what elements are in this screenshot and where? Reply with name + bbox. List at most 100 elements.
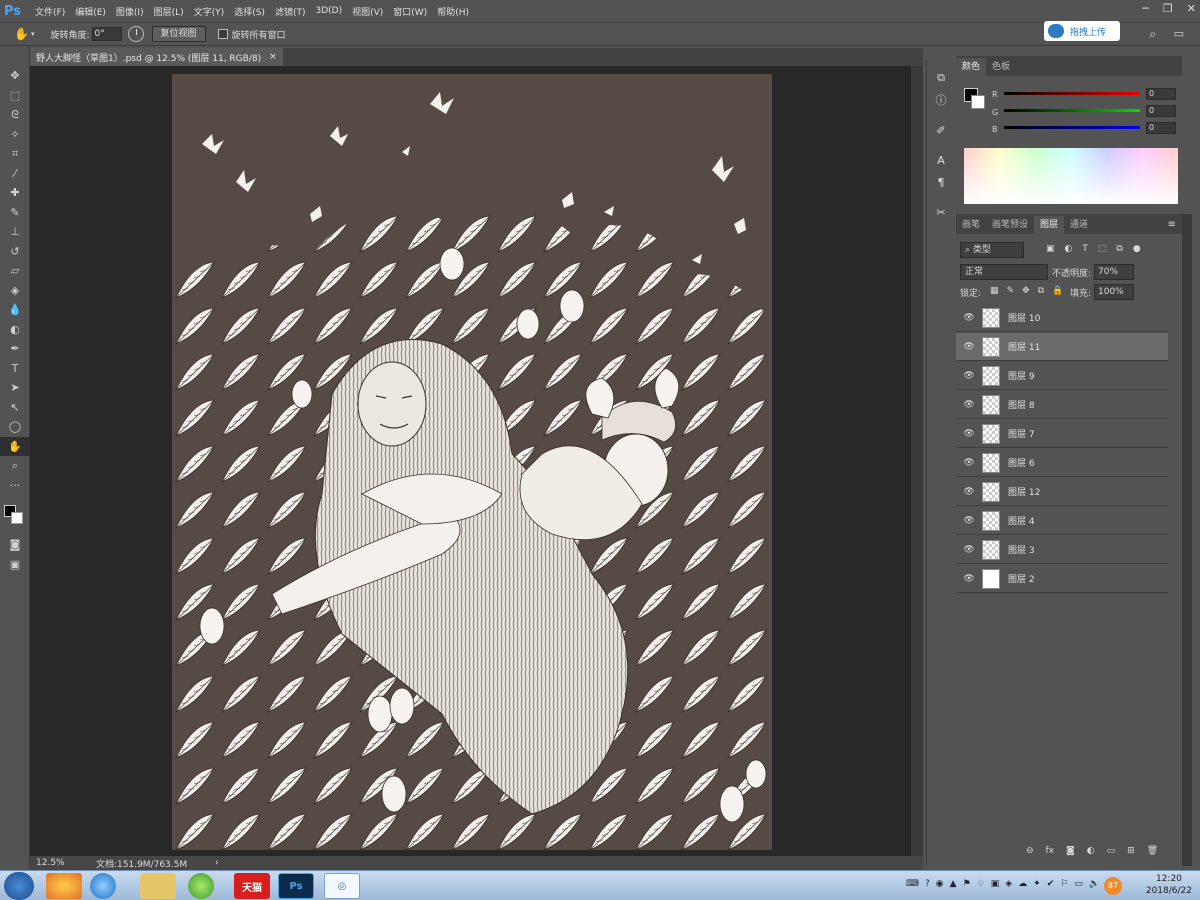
tab-brush[interactable]: 画笔 xyxy=(956,216,986,234)
shield-icon[interactable]: ◈ xyxy=(1005,879,1012,889)
display-icon[interactable]: ▭ xyxy=(1074,879,1083,889)
tab-brush-presets[interactable]: 画笔预设 xyxy=(986,216,1034,234)
search-icon[interactable]: ⌕ xyxy=(1149,27,1156,42)
tray-app-icon[interactable]: ◉ xyxy=(936,879,944,889)
close-icon[interactable]: ✕ xyxy=(1187,2,1196,15)
blend-mode-dropdown[interactable]: 正常 xyxy=(960,264,1048,280)
info-panel-icon[interactable]: ⓘ xyxy=(927,90,955,110)
lock-pixels-icon[interactable]: ✎ xyxy=(1007,286,1015,296)
paragraph-panel-icon[interactable]: ¶ xyxy=(927,172,955,192)
layer-filter-dropdown[interactable]: ⌕ 类型 xyxy=(960,242,1024,258)
visibility-eye-icon[interactable]: 👁 xyxy=(960,458,978,468)
menu-type[interactable]: 文字(Y) xyxy=(189,5,230,18)
volume-icon[interactable]: 🔈 xyxy=(1089,879,1100,889)
adjustment-filter-icon[interactable]: ◐ xyxy=(1065,244,1073,254)
layer-row[interactable]: 👁 图层 3 xyxy=(956,536,1168,564)
cloud-icon[interactable]: ☁ xyxy=(1018,879,1027,889)
green-check-icon[interactable]: ✔ xyxy=(1047,879,1055,889)
cloud-drive-taskbar-icon[interactable]: ◎ xyxy=(324,873,360,899)
reset-view-button[interactable]: 复位视图 xyxy=(151,26,206,42)
path-selection-tool-icon[interactable]: ➤ xyxy=(0,378,30,398)
zoom-level[interactable]: 12.5% xyxy=(36,858,86,868)
menu-view[interactable]: 视图(V) xyxy=(347,5,388,18)
color-background-swatch[interactable] xyxy=(971,95,985,109)
close-tab-icon[interactable]: × xyxy=(269,52,277,62)
restore-icon[interactable]: ❐ xyxy=(1163,2,1173,15)
more-tools-icon[interactable]: ··· xyxy=(0,476,30,496)
tmall-app-icon[interactable]: 天猫 xyxy=(234,873,270,899)
rotate-all-windows-checkbox[interactable] xyxy=(217,29,228,39)
flag-icon[interactable]: ⚐ xyxy=(1060,879,1068,889)
visibility-eye-icon[interactable]: 👁 xyxy=(960,371,978,381)
eraser-tool-icon[interactable]: ▱ xyxy=(0,261,30,281)
layer-row[interactable]: 👁 图层 4 xyxy=(956,507,1168,535)
background-color-swatch[interactable] xyxy=(11,512,23,524)
b-value-input[interactable]: 0 xyxy=(1146,122,1176,134)
history-brush-tool-icon[interactable]: ↺ xyxy=(0,242,30,262)
network-icon[interactable]: ▲ xyxy=(950,879,957,889)
panel-menu-icon[interactable]: ≡ xyxy=(1162,216,1182,234)
magic-wand-tool-icon[interactable]: ✧ xyxy=(0,125,30,145)
menu-image[interactable]: 图像(I) xyxy=(111,5,149,18)
rotate-view-tool-icon[interactable]: ✋ xyxy=(14,27,29,41)
ie-browser-icon[interactable] xyxy=(90,873,116,899)
layer-row[interactable]: 👁 图层 8 xyxy=(956,391,1168,419)
character-panel-icon[interactable]: A xyxy=(927,150,955,170)
opacity-input[interactable]: 70% xyxy=(1094,264,1134,280)
adjustment-layer-icon[interactable]: ◐ xyxy=(1087,846,1095,856)
link-layers-icon[interactable]: ⊖ xyxy=(1026,846,1034,856)
canvas-vertical-scrollbar[interactable] xyxy=(911,66,923,856)
color-spectrum-ramp[interactable] xyxy=(964,148,1178,204)
chat-app-icon[interactable] xyxy=(188,873,214,899)
type-tool-icon[interactable]: T xyxy=(0,359,30,379)
lock-transparency-icon[interactable]: ▦ xyxy=(990,286,999,296)
tool-presets-icon[interactable]: ✂ xyxy=(927,202,955,222)
screen-capture-icon[interactable]: ▣ xyxy=(991,879,1000,889)
filter-toggle-icon[interactable]: ● xyxy=(1133,244,1141,254)
file-explorer-icon[interactable] xyxy=(140,873,176,899)
screen-mode-icon[interactable]: ▣ xyxy=(0,555,30,575)
visibility-eye-icon[interactable]: 👁 xyxy=(960,313,978,323)
cloud-upload-button[interactable]: 拖拽上传 xyxy=(1044,21,1120,41)
delete-layer-icon[interactable]: 🗑 xyxy=(1147,846,1158,856)
eyedropper-tool-icon[interactable]: ⁄ xyxy=(0,164,30,184)
blur-tool-icon[interactable]: 💧 xyxy=(0,300,30,320)
menu-layer[interactable]: 图层(L) xyxy=(149,5,189,18)
menu-window[interactable]: 窗口(W) xyxy=(388,5,432,18)
visibility-eye-icon[interactable]: 👁 xyxy=(960,574,978,584)
rotate-view-tool-icon[interactable]: ✋ xyxy=(0,436,30,456)
pen-tool-icon[interactable]: ✒ xyxy=(0,339,30,359)
fill-input[interactable]: 100% xyxy=(1094,284,1134,300)
visibility-eye-icon[interactable]: 👁 xyxy=(960,400,978,410)
layers-scrollbar[interactable] xyxy=(1182,214,1192,866)
b-slider[interactable] xyxy=(1004,126,1140,129)
app-launcher-icon[interactable] xyxy=(46,873,82,899)
brush-tool-icon[interactable]: ✎ xyxy=(0,203,30,223)
rotate-dial-icon[interactable] xyxy=(127,26,144,42)
brush-panel-icon[interactable]: ✐ xyxy=(927,120,955,140)
canvas-area[interactable] xyxy=(30,66,911,856)
marquee-tool-icon[interactable]: ⬚ xyxy=(0,86,30,106)
color-swatches[interactable] xyxy=(0,499,29,535)
direct-selection-tool-icon[interactable]: ↖ xyxy=(0,398,30,418)
lasso-tool-icon[interactable]: ᘓ xyxy=(0,105,30,125)
new-group-icon[interactable]: ▭ xyxy=(1107,846,1116,856)
tab-layers[interactable]: 图层 xyxy=(1034,216,1065,234)
visibility-eye-icon[interactable]: 👁 xyxy=(960,487,978,497)
layer-row[interactable]: 👁 图层 12 xyxy=(956,478,1168,506)
g-slider[interactable] xyxy=(1004,109,1140,112)
tab-color[interactable]: 颜色 xyxy=(956,58,987,76)
quick-mask-icon[interactable]: ◙ xyxy=(0,535,30,555)
menu-file[interactable]: 文件(F) xyxy=(30,5,70,18)
photoshop-taskbar-icon[interactable]: Ps xyxy=(278,873,314,899)
shape-filter-icon[interactable]: ⬚ xyxy=(1098,244,1107,254)
paint-bucket-tool-icon[interactable]: ◈ xyxy=(0,281,30,301)
lock-all-icon[interactable]: 🔒 xyxy=(1052,286,1063,296)
type-filter-icon[interactable]: T xyxy=(1082,244,1088,254)
r-slider[interactable] xyxy=(1004,92,1140,95)
visibility-eye-icon[interactable]: 👁 xyxy=(960,545,978,555)
healing-brush-tool-icon[interactable]: ✚ xyxy=(0,183,30,203)
add-mask-icon[interactable]: ◙ xyxy=(1066,846,1075,856)
g-value-input[interactable]: 0 xyxy=(1146,105,1176,117)
lock-position-icon[interactable]: ✥ xyxy=(1022,286,1030,296)
